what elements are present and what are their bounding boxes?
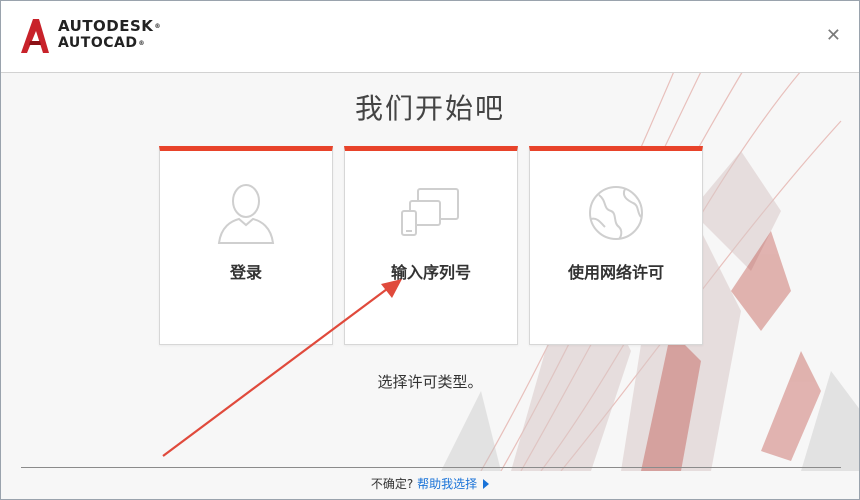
sign-in-label: 登录: [229, 263, 262, 282]
devices-icon: [401, 188, 459, 236]
help-me-choose-link[interactable]: 帮助我选择: [417, 477, 490, 491]
help-link-label: 帮助我选择: [417, 477, 478, 491]
close-icon[interactable]: ✕: [826, 27, 841, 45]
enter-serial-card[interactable]: 输入序列号: [344, 146, 518, 345]
footer-question: 不确定?: [370, 477, 414, 491]
network-license-card[interactable]: 使用网络许可: [529, 146, 703, 345]
globe-icon: [589, 186, 643, 240]
footer: 不确定? 帮助我选择: [1, 475, 859, 492]
page-title: 我们开始吧: [354, 92, 505, 125]
user-icon: [217, 184, 275, 244]
footer-divider: [21, 467, 841, 468]
brand-wordmark: AUTODESK® AUTOCAD®: [58, 17, 161, 52]
sign-in-card[interactable]: 登录: [159, 146, 333, 345]
autocad-license-window: AUTODESK® AUTOCAD® ✕ 我们开始吧 登录 输入序列号 使用网络…: [0, 0, 860, 500]
brand-line1: AUTODESK: [58, 17, 154, 35]
select-license-type-text: 选择许可类型。: [377, 373, 483, 391]
autodesk-logo-icon: [21, 19, 49, 53]
network-license-label: 使用网络许可: [567, 263, 664, 282]
header-bar: AUTODESK® AUTOCAD® ✕: [1, 1, 859, 73]
brand-line2: AUTOCAD: [58, 35, 138, 51]
enter-serial-label: 输入序列号: [390, 263, 471, 282]
play-arrow-icon: [483, 479, 490, 489]
